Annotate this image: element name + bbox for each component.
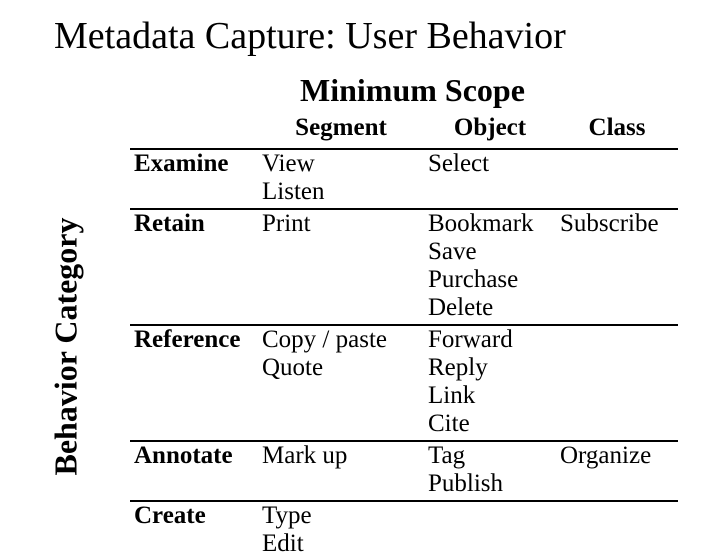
col-header-class: Class: [556, 112, 678, 149]
col-header-object: Object: [424, 112, 556, 149]
cell-create-segment: TypeEdit: [258, 501, 424, 560]
header-blank: [130, 112, 258, 149]
row-label-retain: Retain: [130, 209, 258, 325]
cell-examine-class: [556, 149, 678, 209]
cell-create-class: [556, 501, 678, 560]
cell-reference-object: ForwardReplyLinkCite: [424, 325, 556, 441]
matrix-table: Segment Object Class Examine ViewListen …: [130, 112, 678, 560]
cell-annotate-segment: Mark up: [258, 441, 424, 501]
row-label-annotate: Annotate: [130, 441, 258, 501]
row-label-reference: Reference: [130, 325, 258, 441]
table-row: Retain Print BookmarkSavePurchaseDelete …: [130, 209, 678, 325]
top-axis-label: Minimum Scope: [300, 72, 525, 109]
row-label-examine: Examine: [130, 149, 258, 209]
cell-retain-segment: Print: [258, 209, 424, 325]
table-row: Annotate Mark up TagPublish Organize: [130, 441, 678, 501]
cell-retain-object: BookmarkSavePurchaseDelete: [424, 209, 556, 325]
cell-annotate-object: TagPublish: [424, 441, 556, 501]
page-title: Metadata Capture: User Behavior: [54, 14, 566, 58]
cell-examine-object: Select: [424, 149, 556, 209]
cell-retain-class: Subscribe: [556, 209, 678, 325]
cell-annotate-class: Organize: [556, 441, 678, 501]
col-header-segment: Segment: [258, 112, 424, 149]
side-axis-label: Behavior Category: [48, 167, 85, 527]
row-label-create: Create: [130, 501, 258, 560]
table-row: Create TypeEdit: [130, 501, 678, 560]
slide: Metadata Capture: User Behavior Minimum …: [0, 0, 720, 540]
cell-create-object: [424, 501, 556, 560]
cell-reference-class: [556, 325, 678, 441]
cell-reference-segment: Copy / pasteQuote: [258, 325, 424, 441]
cell-examine-segment: ViewListen: [258, 149, 424, 209]
table-row: Examine ViewListen Select: [130, 149, 678, 209]
table-row: Reference Copy / pasteQuote ForwardReply…: [130, 325, 678, 441]
